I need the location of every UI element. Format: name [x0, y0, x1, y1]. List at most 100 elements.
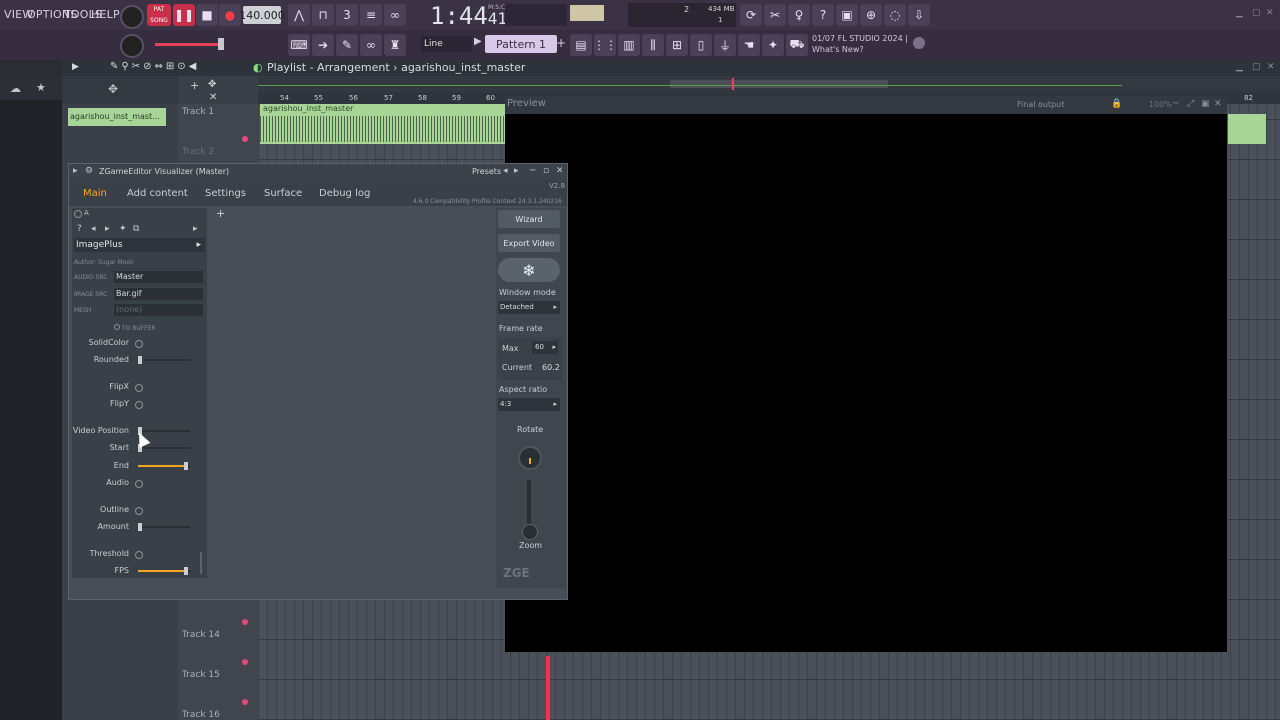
add-pattern-icon[interactable]: +	[556, 36, 566, 50]
preview-close-icon[interactable]: ✕	[1214, 99, 1222, 109]
layer-tools-icon[interactable]: ✦	[119, 224, 127, 234]
preview-fullscreen-icon[interactable]: ⤢	[1187, 99, 1194, 109]
record-button[interactable]: ●	[219, 4, 241, 26]
delete-track-icon[interactable]: ✕	[209, 92, 217, 103]
metronome-button[interactable]: ⋀	[288, 4, 310, 26]
playlist-button[interactable]: ▤	[570, 34, 592, 56]
end-slider[interactable]	[138, 462, 190, 470]
audio-src-select[interactable]: Master	[114, 271, 203, 283]
export-video-button[interactable]: Export Video	[498, 234, 560, 252]
rounded-slider[interactable]	[138, 356, 190, 364]
globe-icon[interactable]	[913, 37, 925, 49]
shop-button[interactable]: ⛟	[786, 34, 808, 56]
layer-menu-icon[interactable]: ▸	[193, 224, 198, 234]
wizard-button[interactable]: Wizard	[498, 210, 560, 228]
loop-record-button[interactable]: ∞	[384, 4, 406, 26]
midi-button[interactable]: ⊕	[860, 4, 882, 26]
preset-next-icon[interactable]: ▸	[514, 166, 519, 176]
move-icon[interactable]: ✥	[108, 82, 118, 96]
master-volume-thumb[interactable]	[218, 38, 224, 50]
track-2-name[interactable]: Track 2	[182, 147, 214, 157]
tab-settings[interactable]: Settings	[205, 188, 246, 199]
audio-clip-right[interactable]	[1228, 114, 1266, 144]
download-button[interactable]: ⇩	[908, 4, 930, 26]
stamp-button[interactable]: ♜	[384, 34, 406, 56]
solidcolor-toggle[interactable]	[135, 340, 143, 348]
plugin-db-button[interactable]: ✦	[762, 34, 784, 56]
cloud-icon[interactable]: ☁	[10, 82, 21, 95]
snap-select[interactable]: Line	[421, 36, 472, 52]
track-1-name[interactable]: Track 1	[182, 107, 214, 117]
countdown-button[interactable]: 3	[336, 4, 358, 26]
master-volume-slider[interactable]	[155, 43, 221, 46]
max-fps-field[interactable]: 60 ▸	[532, 341, 558, 354]
tempo-display[interactable]: 140.000	[239, 6, 285, 24]
track-15-name[interactable]: Track 15	[182, 670, 220, 680]
layer-next-icon[interactable]: ▸	[105, 224, 110, 234]
mixer-button[interactable]: ⫼	[642, 34, 664, 56]
track-14-name[interactable]: Track 14	[182, 630, 220, 640]
video-position-slider[interactable]	[138, 427, 190, 435]
image-src-select[interactable]: Bar.gif	[114, 288, 203, 300]
record-audio-button[interactable]: ♀	[788, 4, 810, 26]
menu-help[interactable]: HELP	[91, 8, 120, 21]
help-button[interactable]: ?	[812, 4, 834, 26]
lock-icon[interactable]: 🔒	[1111, 99, 1122, 109]
snap-button[interactable]: ➔	[312, 34, 334, 56]
merge-icon[interactable]: ✥	[208, 79, 216, 90]
project-button[interactable]: ▯	[690, 34, 712, 56]
track-15-mute[interactable]	[242, 659, 248, 665]
gear-icon[interactable]: ⚙	[85, 166, 93, 176]
timeline-scrollbar-thumb[interactable]	[670, 80, 888, 88]
pattern-selector[interactable]: Pattern 1	[485, 35, 557, 53]
fps-slider-thumb[interactable]	[183, 567, 188, 575]
touch-button[interactable]: ☚	[738, 34, 760, 56]
audio-toggle[interactable]	[135, 480, 143, 488]
params-scrollbar[interactable]	[200, 552, 202, 574]
add-track-icon[interactable]: +	[190, 79, 199, 92]
amount-slider-thumb[interactable]	[138, 523, 142, 531]
preview-minimize-icon[interactable]: ─	[1173, 99, 1178, 109]
track-16-name[interactable]: Track 16	[182, 710, 220, 720]
layer-selector[interactable]: A	[72, 208, 207, 220]
effect-selector[interactable]: ImagePlus ▸	[74, 238, 205, 252]
rounded-slider-thumb[interactable]	[138, 356, 142, 364]
song-mode-toggle[interactable]: PAT SONG	[147, 4, 171, 26]
maximize-icon[interactable]: ▢	[1252, 8, 1261, 18]
playlist-maximize-icon[interactable]: ▢	[1252, 62, 1261, 72]
help-icon[interactable]: ?	[77, 224, 82, 234]
preview-maximize-icon[interactable]: ▣	[1201, 99, 1210, 109]
playlist-menu-icon[interactable]: ▶	[72, 62, 79, 72]
channel-rack-button[interactable]: ⋮⋮	[593, 34, 617, 56]
master-volume-knob[interactable]	[120, 5, 144, 29]
minimize-icon[interactable]: ▁	[1236, 8, 1243, 18]
layer-prev-icon[interactable]: ◂	[91, 224, 96, 234]
add-layer-icon[interactable]: +	[216, 207, 225, 220]
track-16-mute[interactable]	[242, 699, 248, 705]
zge-maximize-icon[interactable]: ▫	[543, 166, 549, 176]
wait-input-button[interactable]: ⊓	[312, 4, 334, 26]
zge-close-icon[interactable]: ✕	[556, 166, 564, 176]
fps-slider[interactable]	[138, 567, 190, 575]
link-button[interactable]: ∞	[360, 34, 382, 56]
plugin-button[interactable]: ⏚	[714, 34, 736, 56]
tab-add-content[interactable]: Add content	[127, 188, 188, 199]
tab-surface[interactable]: Surface	[264, 188, 302, 199]
mesh-select[interactable]: (none)	[114, 304, 203, 316]
undo-history-button[interactable]: ⟳	[740, 4, 762, 26]
track-14-mute[interactable]	[242, 619, 248, 625]
presets-button[interactable]: Presets	[472, 167, 501, 176]
picker-clip[interactable]: agarishou_inst_mast...	[68, 108, 166, 126]
chat-button[interactable]: ◌	[884, 4, 906, 26]
playlist-minimize-icon[interactable]: ▁	[1236, 62, 1243, 72]
pattern-prev-icon[interactable]: ▶	[474, 36, 482, 47]
rotate-knob[interactable]	[518, 446, 542, 470]
star-icon[interactable]: ★	[36, 81, 46, 94]
tab-debug-log[interactable]: Debug log	[319, 188, 370, 199]
aspect-ratio-select[interactable]: 4:3 ▸	[498, 398, 560, 411]
tools-button[interactable]: ✂	[764, 4, 786, 26]
start-slider[interactable]	[138, 444, 190, 452]
stop-button[interactable]: ■	[196, 4, 218, 26]
amount-slider[interactable]	[138, 523, 190, 531]
playlist-close-icon[interactable]: ✕	[1267, 62, 1275, 72]
